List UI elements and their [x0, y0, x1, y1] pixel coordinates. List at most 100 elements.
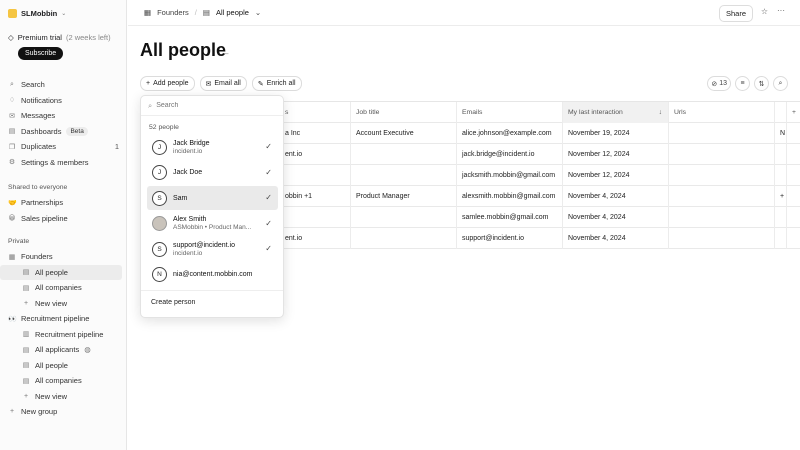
nav-sales-pipeline[interactable]: 😀 Sales pipeline: [0, 211, 127, 227]
avatar: S: [152, 190, 167, 206]
company-cell[interactable]: a Inc: [280, 123, 351, 144]
nav-dashboards[interactable]: ▤ Dashboards Beta: [0, 124, 127, 140]
company-cell[interactable]: obbin +1: [280, 186, 351, 207]
dropdown-person-option[interactable]: Ssupport@incident.io incident.io ✓: [147, 237, 278, 261]
nav-search[interactable]: ⌕ Search: [0, 77, 127, 93]
email-cell[interactable]: alice.johnson@example.com: [457, 123, 563, 144]
extra-cell[interactable]: [775, 144, 787, 165]
nav-label: Notifications: [21, 95, 62, 105]
nav-recruitment-all-companies[interactable]: ▤ All companies: [0, 373, 127, 389]
nav-duplicates[interactable]: ❐ Duplicates 1: [0, 139, 127, 155]
column-header-job-title[interactable]: Job title: [351, 102, 457, 123]
email-cell[interactable]: alexsmith.mobbin@gmail.com: [457, 186, 563, 207]
nav-notifications[interactable]: ♢ Notifications: [0, 93, 127, 109]
extra-cell[interactable]: [775, 228, 787, 249]
enrich-all-button[interactable]: ✎ Enrich all: [251, 76, 302, 91]
workspace-switcher[interactable]: SLMobbin ⌄: [8, 6, 66, 20]
urls-cell[interactable]: [669, 228, 775, 249]
nav-messages[interactable]: ✉ Messages: [0, 108, 127, 124]
dropdown-person-option[interactable]: Nnia@content.mobbin.com: [147, 263, 278, 287]
nav-founders-all-companies[interactable]: ▤ All companies: [0, 280, 127, 296]
nav-recruitment-new-view[interactable]: + New view: [0, 389, 127, 405]
breadcrumb-founders[interactable]: Founders: [157, 8, 189, 17]
last-interaction-cell[interactable]: November 4, 2024: [563, 207, 669, 228]
extra-cell[interactable]: [775, 165, 787, 186]
column-header[interactable]: s: [280, 102, 351, 123]
company-cell[interactable]: [280, 165, 351, 186]
kanban-icon: ▥: [22, 331, 30, 339]
hidden-fields-button[interactable]: ⊘ 13: [707, 76, 731, 91]
email-all-button[interactable]: ✉ Email all: [199, 76, 247, 91]
subscribe-button[interactable]: Subscribe: [18, 47, 64, 60]
person-subtitle: ASMobbin • Product Man...: [173, 224, 252, 231]
email-cell[interactable]: support@incident.io: [457, 228, 563, 249]
extra-cell[interactable]: [775, 207, 787, 228]
nav-settings[interactable]: ⚙ Settings & members: [0, 155, 127, 171]
nav-recruitment-all-people[interactable]: ▤ All people: [0, 358, 127, 374]
nav-label: New group: [21, 407, 58, 417]
nav-all-applicants[interactable]: ▤ All applicants ◍: [0, 342, 127, 358]
private-section-label: Private: [8, 238, 30, 245]
urls-cell[interactable]: [669, 207, 775, 228]
job-title-cell[interactable]: Product Manager: [351, 186, 457, 207]
title-menu-icon[interactable]: –: [224, 49, 228, 58]
job-title-cell[interactable]: [351, 165, 457, 186]
column-header-emails[interactable]: Emails: [457, 102, 563, 123]
eyes-icon: 👀: [8, 315, 17, 323]
nav-partnerships[interactable]: 🤝 Partnerships: [0, 195, 127, 211]
column-header-last-interaction[interactable]: My last interaction ↓: [563, 102, 669, 123]
job-title-cell[interactable]: Account Executive: [351, 123, 457, 144]
extra-cell[interactable]: N: [775, 123, 787, 144]
last-interaction-cell[interactable]: November 12, 2024: [563, 165, 669, 186]
breadcrumb-all-people[interactable]: All people: [216, 8, 249, 17]
company-cell[interactable]: ent.io: [280, 228, 351, 249]
chevron-down-icon[interactable]: ⌄: [255, 8, 261, 17]
extra-cell[interactable]: +: [775, 186, 787, 207]
header-label: My last interaction: [568, 109, 623, 116]
mail-icon: ✉: [205, 80, 212, 88]
dropdown-search-input[interactable]: [156, 102, 267, 109]
create-person-button[interactable]: Create person: [151, 299, 195, 306]
company-cell[interactable]: [280, 207, 351, 228]
last-interaction-cell[interactable]: November 4, 2024: [563, 186, 669, 207]
add-people-button[interactable]: + Add people: [140, 76, 195, 91]
dropdown-person-option[interactable]: J Jack Bridge incident.io ✓: [147, 135, 278, 159]
urls-cell[interactable]: [669, 165, 775, 186]
last-interaction-cell[interactable]: November 12, 2024: [563, 144, 669, 165]
company-cell[interactable]: ent.io: [280, 144, 351, 165]
email-cell[interactable]: samlee.mobbin@gmail.com: [457, 207, 563, 228]
sort-button[interactable]: ⇅: [754, 76, 769, 91]
urls-cell[interactable]: [669, 123, 775, 144]
avatar: J: [152, 165, 167, 180]
urls-cell[interactable]: [669, 186, 775, 207]
last-interaction-cell[interactable]: November 19, 2024: [563, 123, 669, 144]
nav-founders[interactable]: ▦ Founders: [0, 249, 127, 265]
email-cell[interactable]: jacksmith.mobbin@gmail.com: [457, 165, 563, 186]
dropdown-person-option[interactable]: S Sam ✓: [147, 186, 278, 210]
star-icon[interactable]: ☆: [761, 7, 768, 16]
filter-button[interactable]: ≡: [735, 76, 750, 91]
search-icon: ⌕: [10, 80, 14, 88]
last-interaction-cell[interactable]: November 4, 2024: [563, 228, 669, 249]
nav-founders-new-view[interactable]: + New view: [0, 296, 127, 312]
column-header-extra[interactable]: [775, 102, 787, 123]
nav-recruitment[interactable]: 👀 Recruitment pipeline: [0, 311, 127, 327]
nav-founders-all-people[interactable]: ▤ All people: [0, 264, 122, 280]
person-text: nia@content.mobbin.com: [173, 271, 252, 278]
share-button[interactable]: Share: [718, 5, 753, 22]
job-title-cell[interactable]: [351, 144, 457, 165]
add-column-icon[interactable]: +: [787, 102, 800, 123]
search-button[interactable]: ⌕: [773, 76, 788, 91]
job-title-cell[interactable]: [351, 228, 457, 249]
page-title: All people: [140, 40, 227, 60]
dropdown-person-option[interactable]: Alex Smith ASMobbin • Product Man... ✓: [147, 212, 278, 236]
urls-cell[interactable]: [669, 144, 775, 165]
email-cell[interactable]: jack.bridge@incident.io: [457, 144, 563, 165]
dropdown-person-option[interactable]: J Jack Doe ✓: [147, 161, 278, 185]
column-header-urls[interactable]: Urls: [669, 102, 775, 123]
job-title-cell[interactable]: [351, 207, 457, 228]
more-icon[interactable]: ···: [777, 6, 785, 15]
nav-new-group[interactable]: + New group: [0, 404, 127, 420]
nav-recruitment-pipeline[interactable]: ▥ Recruitment pipeline: [0, 327, 127, 343]
person-name: support@incident.io: [173, 241, 235, 249]
